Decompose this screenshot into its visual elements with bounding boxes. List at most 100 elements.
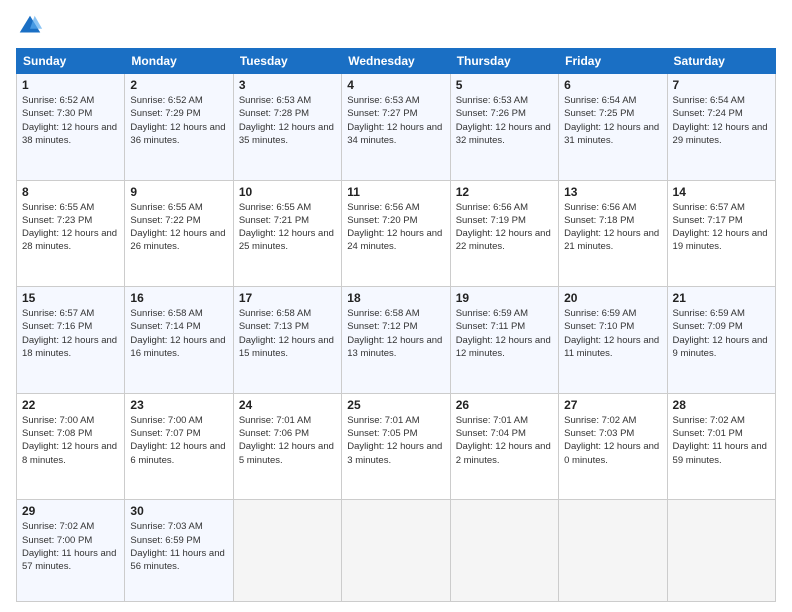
day-number: 21 [673, 291, 770, 305]
day-number: 12 [456, 185, 553, 199]
day-info: Sunrise: 7:02 AMSunset: 7:01 PMDaylight:… [673, 414, 770, 467]
day-info: Sunrise: 7:02 AMSunset: 7:00 PMDaylight:… [22, 520, 119, 573]
day-number: 23 [130, 398, 227, 412]
day-info: Sunrise: 6:58 AMSunset: 7:14 PMDaylight:… [130, 307, 227, 360]
calendar-cell: 16 Sunrise: 6:58 AMSunset: 7:14 PMDayligh… [125, 287, 233, 394]
day-number: 18 [347, 291, 444, 305]
day-info: Sunrise: 6:56 AMSunset: 7:20 PMDaylight:… [347, 201, 444, 254]
day-number: 24 [239, 398, 336, 412]
calendar-cell: 9Sunrise: 6:55 AMSunset: 7:22 PMDaylight… [125, 180, 233, 287]
calendar-cell: 7Sunrise: 6:54 AMSunset: 7:24 PMDaylight… [667, 74, 775, 181]
day-number: 25 [347, 398, 444, 412]
calendar-cell: 10 Sunrise: 6:55 AMSunset: 7:21 PMDayligh… [233, 180, 341, 287]
calendar-cell: 8 Sunrise: 6:55 AMSunset: 7:23 PMDaylight… [17, 180, 125, 287]
calendar-cell: 15 Sunrise: 6:57 AMSunset: 7:16 PMDayligh… [17, 287, 125, 394]
day-number: 4 [347, 78, 444, 92]
calendar-week-2: 8 Sunrise: 6:55 AMSunset: 7:23 PMDaylight… [17, 180, 776, 287]
logo-icon [16, 12, 44, 40]
day-info: Sunrise: 6:59 AMSunset: 7:10 PMDaylight:… [564, 307, 661, 360]
day-number: 14 [673, 185, 770, 199]
day-header-tuesday: Tuesday [233, 49, 341, 74]
day-header-saturday: Saturday [667, 49, 775, 74]
day-number: 16 [130, 291, 227, 305]
day-header-friday: Friday [559, 49, 667, 74]
day-number: 10 [239, 185, 336, 199]
day-number: 15 [22, 291, 119, 305]
calendar-cell [342, 500, 450, 602]
calendar-cell: 6 Sunrise: 6:54 AMSunset: 7:25 PMDaylight… [559, 74, 667, 181]
calendar-cell [450, 500, 558, 602]
day-number: 17 [239, 291, 336, 305]
calendar-cell [667, 500, 775, 602]
day-info: Sunrise: 6:57 AMSunset: 7:16 PMDaylight:… [22, 307, 119, 360]
day-header-sunday: Sunday [17, 49, 125, 74]
calendar-cell: 29 Sunrise: 7:02 AMSunset: 7:00 PMDayligh… [17, 500, 125, 602]
day-info: Sunrise: 7:01 AMSunset: 7:05 PMDaylight:… [347, 414, 444, 467]
day-info: Sunrise: 7:01 AMSunset: 7:04 PMDaylight:… [456, 414, 553, 467]
day-info: Sunrise: 7:00 AMSunset: 7:07 PMDaylight:… [130, 414, 227, 467]
day-info: Sunrise: 6:59 AMSunset: 7:09 PMDaylight:… [673, 307, 770, 360]
day-info: Sunrise: 6:59 AMSunset: 7:11 PMDaylight:… [456, 307, 553, 360]
day-number: 3 [239, 78, 336, 92]
calendar-cell: 11 Sunrise: 6:56 AMSunset: 7:20 PMDayligh… [342, 180, 450, 287]
page: SundayMondayTuesdayWednesdayThursdayFrid… [0, 0, 792, 612]
day-info: Sunrise: 6:58 AMSunset: 7:12 PMDaylight:… [347, 307, 444, 360]
calendar-cell: 3 Sunrise: 6:53 AMSunset: 7:28 PMDaylight… [233, 74, 341, 181]
calendar-cell: 12 Sunrise: 6:56 AMSunset: 7:19 PMDayligh… [450, 180, 558, 287]
calendar-cell: 30 Sunrise: 7:03 AMSunset: 6:59 PMDayligh… [125, 500, 233, 602]
day-number: 5 [456, 78, 553, 92]
calendar-cell: 27 Sunrise: 7:02 AMSunset: 7:03 PMDayligh… [559, 393, 667, 500]
day-number: 22 [22, 398, 119, 412]
day-info: Sunrise: 7:03 AMSunset: 6:59 PMDaylight:… [130, 520, 227, 573]
day-info: Sunrise: 6:55 AMSunset: 7:21 PMDaylight:… [239, 201, 336, 254]
day-number: 27 [564, 398, 661, 412]
day-info: Sunrise: 6:53 AMSunset: 7:27 PMDaylight:… [347, 94, 444, 147]
calendar-cell: 22 Sunrise: 7:00 AMSunset: 7:08 PMDayligh… [17, 393, 125, 500]
calendar-cell: 2 Sunrise: 6:52 AMSunset: 7:29 PMDaylight… [125, 74, 233, 181]
day-info: Sunrise: 7:00 AMSunset: 7:08 PMDaylight:… [22, 414, 119, 467]
day-number: 8 [22, 185, 119, 199]
day-info: Sunrise: 6:57 AMSunset: 7:17 PMDaylight:… [673, 201, 770, 254]
calendar-cell: 5Sunrise: 6:53 AMSunset: 7:26 PMDaylight… [450, 74, 558, 181]
day-number: 28 [673, 398, 770, 412]
calendar-cell: 26 Sunrise: 7:01 AMSunset: 7:04 PMDayligh… [450, 393, 558, 500]
day-info: Sunrise: 6:55 AMSunset: 7:23 PMDaylight:… [22, 201, 119, 254]
day-header-thursday: Thursday [450, 49, 558, 74]
calendar-cell: 19 Sunrise: 6:59 AMSunset: 7:11 PMDayligh… [450, 287, 558, 394]
day-info: Sunrise: 6:53 AMSunset: 7:28 PMDaylight:… [239, 94, 336, 147]
calendar-cell: 25 Sunrise: 7:01 AMSunset: 7:05 PMDayligh… [342, 393, 450, 500]
day-info: Sunrise: 6:58 AMSunset: 7:13 PMDaylight:… [239, 307, 336, 360]
calendar-cell [559, 500, 667, 602]
day-info: Sunrise: 6:56 AMSunset: 7:18 PMDaylight:… [564, 201, 661, 254]
day-number: 9 [130, 185, 227, 199]
calendar-cell [233, 500, 341, 602]
calendar-cell: 1Sunrise: 6:52 AMSunset: 7:30 PMDaylight… [17, 74, 125, 181]
calendar-cell: 13 Sunrise: 6:56 AMSunset: 7:18 PMDayligh… [559, 180, 667, 287]
day-number: 1 [22, 78, 119, 92]
calendar-week-1: 1Sunrise: 6:52 AMSunset: 7:30 PMDaylight… [17, 74, 776, 181]
calendar-table: SundayMondayTuesdayWednesdayThursdayFrid… [16, 48, 776, 602]
day-header-wednesday: Wednesday [342, 49, 450, 74]
day-header-monday: Monday [125, 49, 233, 74]
day-number: 2 [130, 78, 227, 92]
calendar-cell: 24 Sunrise: 7:01 AMSunset: 7:06 PMDayligh… [233, 393, 341, 500]
day-info: Sunrise: 6:54 AMSunset: 7:25 PMDaylight:… [564, 94, 661, 147]
day-info: Sunrise: 7:02 AMSunset: 7:03 PMDaylight:… [564, 414, 661, 467]
calendar-week-5: 29 Sunrise: 7:02 AMSunset: 7:00 PMDayligh… [17, 500, 776, 602]
calendar-cell: 4 Sunrise: 6:53 AMSunset: 7:27 PMDaylight… [342, 74, 450, 181]
day-info: Sunrise: 6:52 AMSunset: 7:29 PMDaylight:… [130, 94, 227, 147]
day-number: 11 [347, 185, 444, 199]
day-number: 30 [130, 504, 227, 518]
day-number: 19 [456, 291, 553, 305]
calendar-week-3: 15 Sunrise: 6:57 AMSunset: 7:16 PMDayligh… [17, 287, 776, 394]
day-number: 26 [456, 398, 553, 412]
day-info: Sunrise: 6:54 AMSunset: 7:24 PMDaylight:… [673, 94, 770, 147]
day-number: 6 [564, 78, 661, 92]
calendar-week-4: 22 Sunrise: 7:00 AMSunset: 7:08 PMDayligh… [17, 393, 776, 500]
day-info: Sunrise: 7:01 AMSunset: 7:06 PMDaylight:… [239, 414, 336, 467]
calendar-cell: 17 Sunrise: 6:58 AMSunset: 7:13 PMDayligh… [233, 287, 341, 394]
day-info: Sunrise: 6:56 AMSunset: 7:19 PMDaylight:… [456, 201, 553, 254]
day-number: 13 [564, 185, 661, 199]
day-number: 29 [22, 504, 119, 518]
calendar-cell: 18 Sunrise: 6:58 AMSunset: 7:12 PMDayligh… [342, 287, 450, 394]
